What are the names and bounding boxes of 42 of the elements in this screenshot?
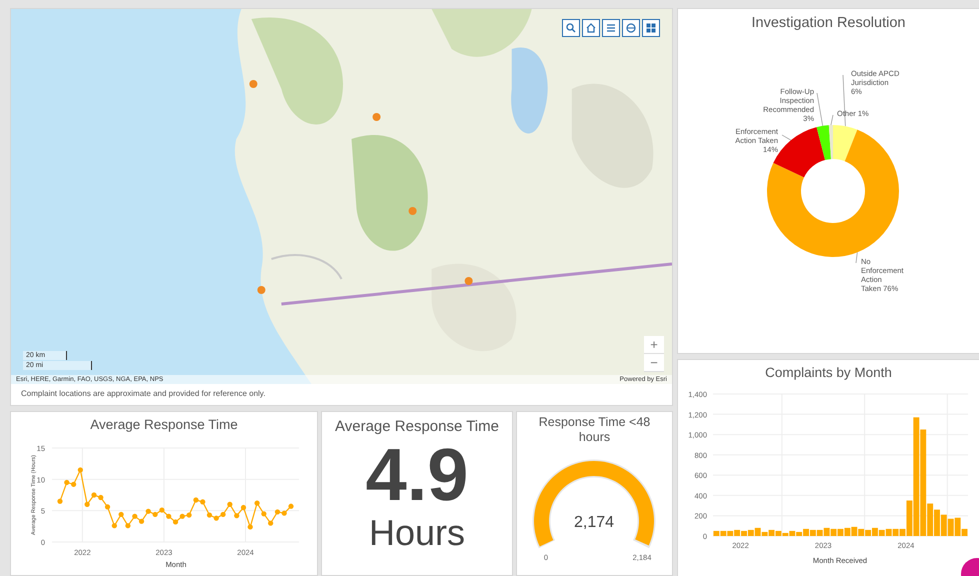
data-point [234, 513, 240, 518]
data-point [240, 504, 246, 510]
data-point [125, 523, 131, 528]
search-icon [566, 23, 576, 33]
list-icon [606, 23, 616, 33]
layers-button[interactable] [622, 19, 640, 37]
zoom-out-button[interactable]: − [644, 354, 664, 372]
data-point [104, 504, 110, 510]
home-icon [586, 23, 596, 33]
gauge-value: 2,174 [574, 514, 614, 531]
indicator-value: 4.9 [366, 437, 468, 513]
data-point [227, 502, 232, 507]
data-point [248, 524, 253, 530]
data-point [71, 482, 76, 487]
data-point [261, 511, 266, 516]
chart-title: Complaints by Month [764, 364, 893, 380]
leader-line [782, 134, 792, 140]
data-point [288, 504, 294, 509]
indicator-title: Average Response Time [335, 417, 499, 435]
data-point [118, 512, 124, 518]
home-button[interactable] [582, 19, 600, 37]
legend-button[interactable] [602, 19, 620, 37]
data-point [254, 500, 260, 506]
data-point [268, 520, 274, 526]
data-point [64, 480, 70, 486]
data-point [84, 502, 90, 507]
search-button[interactable] [562, 19, 580, 37]
grid-icon [646, 23, 656, 33]
zoom-in-button[interactable]: + [644, 336, 664, 354]
chart-title: Average Response Time [89, 416, 239, 432]
data-point [57, 498, 63, 504]
gauge-title: Response Time <48 hours [538, 414, 652, 445]
indicator-unit: Hours [368, 513, 466, 553]
basemap-button[interactable] [642, 19, 660, 37]
leader-line [830, 114, 834, 126]
chart-title: Investigation Resolution [750, 14, 906, 31]
leader-line [856, 252, 858, 264]
data-point [146, 508, 151, 514]
data-point [112, 523, 117, 528]
leader-line [816, 92, 824, 126]
data-point [78, 467, 83, 473]
disclaimer-text: Complaint locations are approximate and provided for reference only. [20, 388, 266, 400]
